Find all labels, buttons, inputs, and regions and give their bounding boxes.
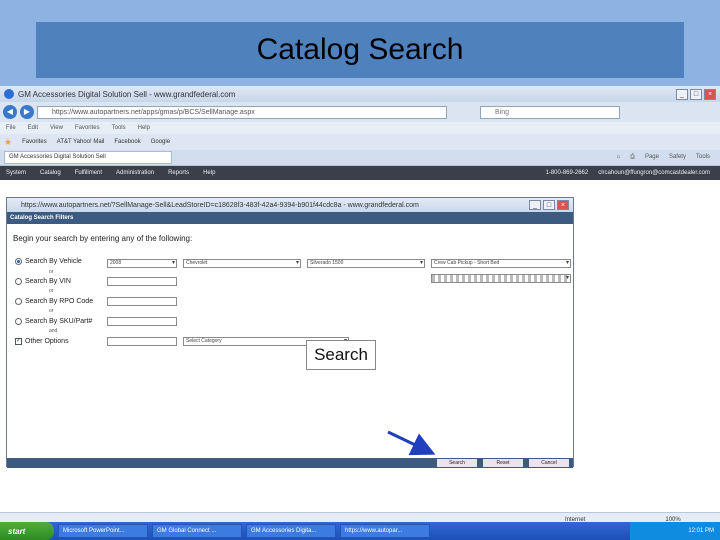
menu-view[interactable]: View — [50, 125, 63, 131]
popup-body: Begin your search by entering any of the… — [7, 224, 573, 468]
nav-help[interactable]: Help — [203, 170, 215, 176]
joiner-and: and — [49, 328, 58, 334]
app-nav-right: 1-800-869-2662 clrcahoun@ffungron@comcas… — [546, 170, 720, 176]
body-style-select[interactable]: Crew Cab Pickup - Short Bed — [431, 259, 571, 268]
taskbar-clock: 12:01 PM — [630, 522, 720, 540]
popup-header: Catalog Search Filters — [7, 212, 573, 224]
user-email: clrcahoun@ffungron@comcastdealer.com — [598, 170, 710, 176]
popup-maximize-button[interactable]: □ — [543, 200, 555, 210]
nav-system[interactable]: System — [6, 170, 26, 176]
browser-tab[interactable]: GM Accessories Digital Solution Sell — [4, 151, 172, 164]
option-search-by-vin[interactable]: Search By VIN — [15, 278, 71, 285]
minimize-button[interactable]: _ — [676, 88, 688, 100]
option-label: Other Options — [25, 338, 69, 345]
favorites-bar: ★ Favorites AT&T Yahoo! Mail Facebook Go… — [0, 134, 720, 150]
window-title: GM Accessories Digital Solution Sell - w… — [18, 89, 236, 99]
engine-select[interactable] — [431, 274, 571, 283]
star-icon: ★ — [4, 136, 13, 147]
forward-button[interactable]: ▶ — [20, 105, 34, 119]
nav-administration[interactable]: Administration — [116, 170, 154, 176]
menu-edit[interactable]: Edit — [28, 125, 38, 131]
favorite-link-facebook[interactable]: Facebook — [114, 139, 140, 145]
menu-file[interactable]: File — [6, 125, 16, 131]
slide-title-text: Catalog Search — [256, 33, 464, 66]
tools-menu[interactable]: Tools — [696, 154, 710, 161]
option-search-by-vehicle[interactable]: Search By Vehicle — [15, 258, 82, 265]
menu-tools[interactable]: Tools — [112, 125, 126, 131]
app-nav: System Catalog Fulfillment Administratio… — [0, 166, 720, 180]
option-other-options[interactable]: ✓ Other Options — [15, 338, 69, 345]
radio-sku[interactable] — [15, 318, 22, 325]
address-row: ◀ ▶ https://www.autopartners.net/apps/gm… — [0, 102, 720, 122]
nav-fulfillment[interactable]: Fulfillment — [75, 170, 102, 176]
browser-screenshot: GM Accessories Digital Solution Sell - w… — [0, 86, 720, 540]
window-controls: _ □ × — [676, 88, 720, 100]
address-bar[interactable]: https://www.autopartners.net/apps/gmas/p… — [37, 105, 447, 119]
search-instruction: Begin your search by entering any of the… — [13, 234, 193, 243]
menu-bar: File Edit View Favorites Tools Help — [0, 122, 720, 134]
task-gm-global-connect[interactable]: GM Global Connect ... — [152, 524, 242, 538]
menu-help[interactable]: Help — [138, 125, 150, 131]
tab-row: GM Accessories Digital Solution Sell ⌂ ⎙… — [0, 150, 720, 166]
popup-close-button[interactable]: × — [557, 200, 569, 210]
menu-favorites[interactable]: Favorites — [75, 125, 100, 131]
rpo-input[interactable] — [107, 297, 177, 306]
radio-vin[interactable] — [15, 278, 22, 285]
back-button[interactable]: ◀ — [3, 105, 17, 119]
option-label: Search By SKU/Part# — [25, 318, 93, 325]
start-button[interactable]: start — [0, 522, 54, 540]
joiner-or: or — [49, 308, 54, 314]
option-search-by-sku[interactable]: Search By SKU/Part# — [15, 318, 92, 325]
checkbox-other-options[interactable]: ✓ — [15, 338, 22, 345]
task-gm-accessories[interactable]: GM Accessories Digita... — [246, 524, 336, 538]
vin-input[interactable] — [107, 277, 177, 286]
option-label: Search By VIN — [25, 278, 71, 285]
year-select[interactable]: 2008 — [107, 259, 177, 268]
task-autopartners[interactable]: https://www.autopar... — [340, 524, 430, 538]
search-callout: Search — [306, 340, 376, 370]
model-select[interactable]: Silverado 1500 — [307, 259, 425, 268]
popup-minimize-button[interactable]: _ — [529, 200, 541, 210]
make-select[interactable]: Chevrolet — [183, 259, 301, 268]
catalog-search-popup: https://www.autopartners.net/?SellManage… — [6, 197, 574, 468]
radio-vehicle[interactable] — [15, 258, 22, 265]
option-label: Search By Vehicle — [25, 258, 82, 265]
task-powerpoint[interactable]: Microsoft PowerPoint... — [58, 524, 148, 538]
nav-reports[interactable]: Reports — [168, 170, 189, 176]
maximize-button[interactable]: □ — [690, 88, 702, 100]
option-search-by-rpo[interactable]: Search By RPO Code — [15, 298, 93, 305]
popup-window-controls: _ □ × — [529, 200, 573, 210]
command-bar: ⌂ ⎙ Page Safety Tools — [617, 154, 720, 161]
windows-taskbar: start Microsoft PowerPoint... GM Global … — [0, 522, 720, 540]
popup-title: https://www.autopartners.net/?SellManage… — [21, 201, 419, 209]
sku-input[interactable] — [107, 317, 177, 326]
favorite-link-google[interactable]: Google — [151, 139, 170, 145]
browser-search-input[interactable]: Bing — [480, 105, 620, 119]
radio-rpo[interactable] — [15, 298, 22, 305]
home-icon[interactable]: ⌂ — [617, 154, 621, 161]
search-button[interactable]: Search — [437, 459, 477, 467]
option-label: Search By RPO Code — [25, 298, 94, 305]
internet-explorer-icon — [4, 89, 14, 99]
favorite-link-mail[interactable]: AT&T Yahoo! Mail — [57, 139, 105, 145]
favorites-button[interactable]: Favorites — [22, 139, 47, 145]
print-icon[interactable]: ⎙ — [630, 154, 635, 161]
close-button[interactable]: × — [704, 88, 716, 100]
reset-button[interactable]: Reset — [483, 459, 523, 467]
other-options-input[interactable] — [107, 337, 177, 346]
browser-titlebar: GM Accessories Digital Solution Sell - w… — [0, 86, 720, 102]
nav-catalog[interactable]: Catalog — [40, 170, 61, 176]
popup-button-bar: Search Reset Cancel — [7, 458, 573, 468]
page-menu[interactable]: Page — [645, 154, 659, 161]
joiner-or: or — [49, 269, 54, 275]
joiner-or: or — [49, 288, 54, 294]
slide-title: Catalog Search — [36, 22, 684, 78]
cancel-button[interactable]: Cancel — [529, 459, 569, 467]
phone-number: 1-800-869-2662 — [545, 170, 589, 176]
safety-menu[interactable]: Safety — [669, 154, 686, 161]
popup-titlebar: https://www.autopartners.net/?SellManage… — [7, 198, 573, 212]
